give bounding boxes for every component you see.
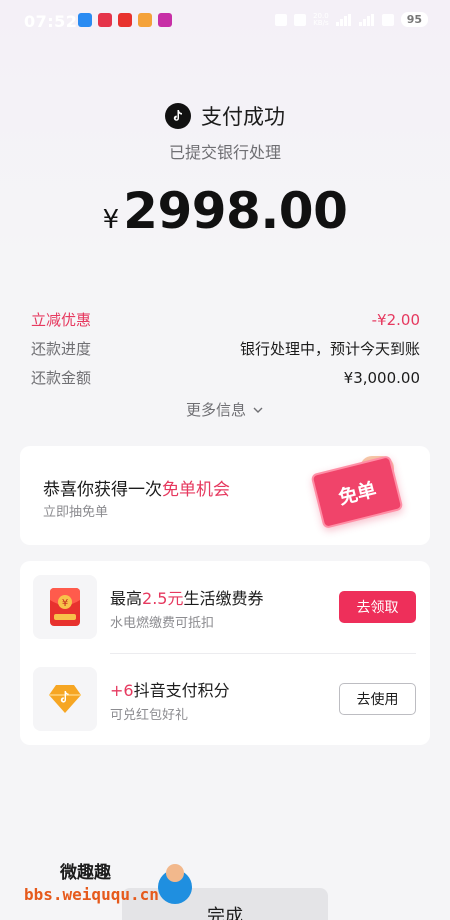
app-notification-icon (158, 13, 172, 27)
points-subtitle: 可兑红包好礼 (110, 708, 189, 723)
svg-text:¥: ¥ (62, 598, 68, 609)
payment-amount: ¥ 2998.00 (0, 182, 450, 240)
more-info-toggle[interactable]: 更多信息 (0, 399, 450, 420)
rewards-card: ¥ 最高2.5元生活缴费券 水电燃缴费可抵扣 去领取 +6抖音支付积分 可兑红包… (20, 561, 430, 745)
currency-symbol: ¥ (102, 205, 120, 235)
detail-label: 还款进度 (31, 340, 92, 358)
done-button-label: 完成 (207, 906, 243, 920)
points-title: +6抖音支付积分 (110, 681, 230, 700)
detail-value: 银行处理中，预计今天到账 (239, 340, 420, 358)
detail-label: 立减优惠 (31, 311, 92, 329)
mascot-icon (158, 864, 192, 904)
points-diamond-icon (33, 667, 97, 731)
app-notification-icon (118, 13, 132, 27)
alarm-icon (275, 13, 288, 26)
mute-icon (294, 13, 307, 26)
system-icons: 20.0 KB/s 95 (275, 12, 428, 27)
more-info-label: 更多信息 (185, 401, 246, 419)
douyin-logo-icon (165, 103, 191, 129)
coupon-subtitle: 水电燃缴费可抵扣 (110, 616, 215, 631)
free-order-promo-card[interactable]: 恭喜你获得一次免单机会 立即抽免单 免单 (20, 446, 430, 545)
detail-label: 还款金额 (31, 369, 92, 387)
claim-coupon-button[interactable]: 去领取 (339, 591, 416, 623)
amount-value: 2998.00 (123, 182, 348, 240)
battery-indicator: 95 (400, 12, 428, 27)
app-notification-icon (78, 13, 92, 27)
watermark-title: 微趣趣 (60, 863, 111, 883)
app-notification-icon (138, 13, 152, 27)
notification-icons (78, 13, 172, 27)
detail-value: ¥3,000.00 (343, 368, 420, 387)
list-item: +6抖音支付积分 可兑红包好礼 去使用 (20, 653, 430, 745)
promo-subtitle: 立即抽免单 (43, 505, 109, 520)
status-time: 07:52 (24, 12, 78, 31)
detail-row-progress: 还款进度 银行处理中，预计今天到账 (31, 334, 420, 363)
network-speed: 20.0 KB/s (313, 11, 329, 27)
detail-row-amount: 还款金额 ¥3,000.00 (31, 363, 420, 392)
promo-title: 恭喜你获得一次免单机会 (43, 480, 230, 500)
signal-icon (335, 13, 352, 26)
chevron-down-icon (253, 407, 263, 413)
page-title: 支付成功 (201, 105, 285, 129)
red-envelope-icon: ¥ (33, 575, 97, 639)
signal-icon (358, 13, 375, 26)
watermark-url: bbs.weiququ.cn (24, 885, 159, 904)
wifi-icon (381, 13, 394, 26)
detail-row-discount: 立减优惠 -¥2.00 (31, 305, 420, 334)
list-item: ¥ 最高2.5元生活缴费券 水电燃缴费可抵扣 去领取 (20, 561, 430, 653)
watermark: 微趣趣 bbs.weiququ.cn (0, 840, 210, 920)
page-subtitle: 已提交银行处理 (168, 143, 281, 162)
payment-status: 支付成功 (0, 101, 450, 131)
status-bar: 07:52 20.0 KB/s 95 (0, 0, 450, 44)
detail-value: -¥2.00 (371, 310, 420, 329)
coupon-title: 最高2.5元生活缴费券 (110, 589, 264, 608)
use-points-button[interactable]: 去使用 (339, 683, 416, 715)
app-notification-icon (98, 13, 112, 27)
free-order-badge-icon: 免单 (310, 454, 404, 530)
payment-details: 立减优惠 -¥2.00 还款进度 银行处理中，预计今天到账 还款金额 ¥3,00… (31, 305, 420, 392)
